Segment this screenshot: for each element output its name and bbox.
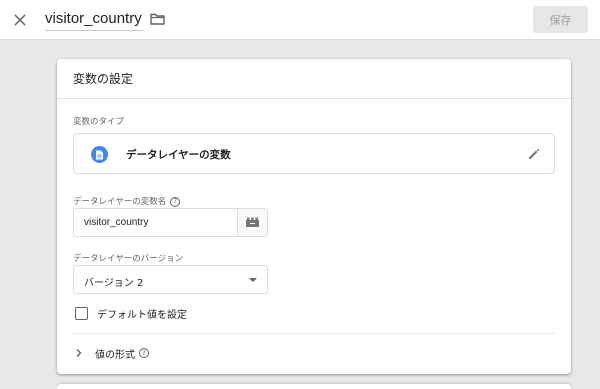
close-icon: [14, 14, 26, 26]
variable-doc-icon: [91, 146, 108, 163]
dl-version-select[interactable]: バージョン 2: [73, 265, 268, 294]
card-header: 変数の設定: [57, 59, 571, 99]
dl-name-label-text: データレイヤーの変数名: [73, 197, 167, 207]
dl-version-label: データレイヤーのバージョン: [73, 254, 184, 264]
dl-version-selected: バージョン 2: [84, 278, 144, 289]
save-button[interactable]: 保存: [533, 6, 588, 33]
variable-type-selector[interactable]: データレイヤーの変数: [73, 133, 555, 174]
edit-icon[interactable]: [526, 146, 542, 162]
folder-button[interactable]: [147, 9, 167, 29]
variable-type-label: 変数のタイプ: [73, 117, 125, 127]
next-card: [57, 384, 571, 389]
dl-name-input[interactable]: [73, 208, 238, 237]
chevron-right-icon: [76, 349, 82, 357]
variable-name-title[interactable]: visitor_country: [45, 9, 144, 31]
variable-type-name: データレイヤーの変数: [126, 149, 231, 161]
default-value-label: デフォルト値を設定: [97, 309, 187, 321]
dl-name-label: データレイヤーの変数名?: [73, 195, 181, 207]
dropdown-arrow-icon: [249, 278, 257, 282]
dl-name-input-group: [73, 208, 268, 237]
close-button[interactable]: [8, 8, 32, 32]
divider: [73, 333, 555, 334]
default-value-checkbox[interactable]: [75, 306, 88, 320]
default-value-checkbox-row[interactable]: デフォルト値を設定: [75, 306, 187, 321]
variable-picker-icon: [246, 217, 259, 227]
card-title: 変数の設定: [73, 72, 134, 86]
folder-icon: [149, 13, 165, 25]
help-icon[interactable]: ?: [139, 348, 149, 358]
variable-config-card: 変数の設定 変数のタイプ データレイヤーの変数 データレイヤーの変数名? vis…: [57, 59, 571, 374]
help-icon[interactable]: ?: [170, 196, 181, 207]
value-format-label: 値の形式: [95, 349, 135, 361]
value-format-toggle[interactable]: 値の形式 ?: [75, 345, 149, 361]
variable-picker-button[interactable]: [237, 208, 268, 237]
top-bar: visitor_country 保存: [0, 0, 600, 40]
